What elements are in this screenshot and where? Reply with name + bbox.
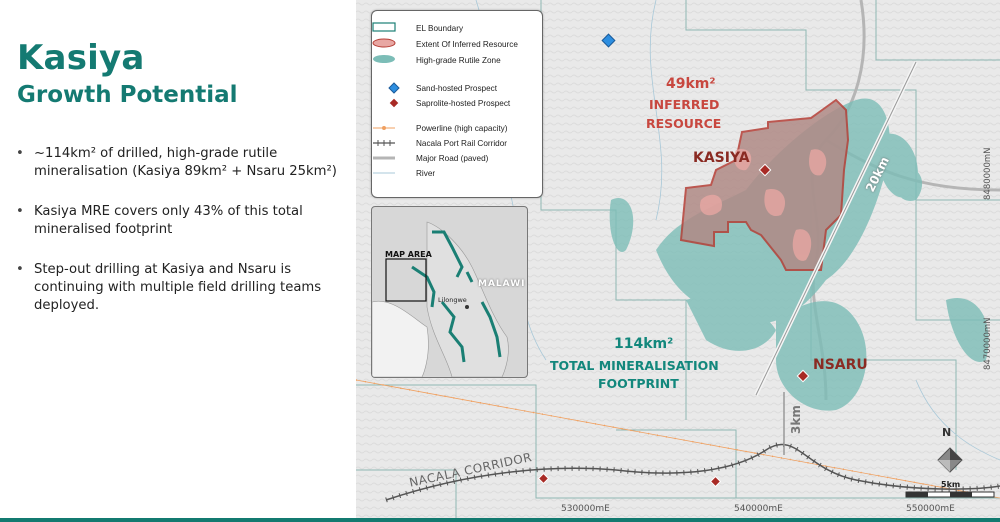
bullet-text-3: Step-out drilling at Kasiya and Nsaru is… xyxy=(34,262,322,313)
inferred-resource-swatch xyxy=(372,38,396,48)
legend-label-2: Extent Of Inferred Resource xyxy=(416,40,518,49)
powerline-swatch xyxy=(373,126,395,130)
inferred-area-label: 49km² xyxy=(666,76,716,92)
bullet-item-3: Step-out drilling at Kasiya and Nsaru is… xyxy=(14,261,344,315)
legend-label-6: Powerline (high capacity) xyxy=(416,124,508,133)
total-area-label: 114km² xyxy=(614,336,674,352)
road-swatch xyxy=(373,156,395,160)
rutile-zone-swatch xyxy=(373,55,395,63)
kasiya-label: KASIYA xyxy=(693,150,750,166)
map-legend: EL Boundary Extent Of Inferred Resource … xyxy=(371,10,543,198)
inset-city-label: Lilongwe xyxy=(438,296,467,304)
coord-x2: 540000mE xyxy=(734,504,783,514)
coord-x3: 550000mE xyxy=(906,504,955,514)
river-swatch xyxy=(373,172,395,174)
legend-label-7: Nacala Port Rail Corridor xyxy=(416,139,508,148)
legend-label-9: River xyxy=(416,169,436,178)
legend-label-1: EL Boundary xyxy=(416,24,464,33)
bullet-text-1: ~114km² of drilled, high-grade rutile mi… xyxy=(34,146,337,179)
distance-3km-label: 3km xyxy=(789,405,803,434)
inset-map-area-box xyxy=(385,258,427,302)
inset-canvas xyxy=(372,221,509,377)
scale-bar xyxy=(905,491,995,498)
inset-country-label: MALAWI xyxy=(478,279,526,289)
north-label: N xyxy=(942,426,952,439)
inset-city-marker xyxy=(465,305,469,309)
bullet-item-2: Kasiya MRE covers only 43% of this total… xyxy=(14,203,344,239)
nsaru-label: NSARU xyxy=(813,357,868,373)
coord-y2: 8470000mN xyxy=(983,317,993,371)
map-panel: 49km² INFERRED RESOURCE KASIYA NSARU 114… xyxy=(356,0,1000,518)
inferred-line2-label: RESOURCE xyxy=(646,116,722,131)
el-boundary-swatch xyxy=(372,22,396,32)
legend-label-5: Saprolite-hosted Prospect xyxy=(416,99,511,108)
footer-bar xyxy=(0,518,1000,522)
bullet-list: ~114km² of drilled, high-grade rutile mi… xyxy=(14,145,344,337)
coord-x1: 530000mE xyxy=(561,504,610,514)
inset-map: MAP AREA MALAWI Lilongwe xyxy=(371,206,528,378)
total-line1-label: TOTAL MINERALISATION xyxy=(550,358,719,373)
page-title: Kasiya xyxy=(17,38,145,78)
red-diamond-icon xyxy=(388,97,400,109)
inset-neighbour-country xyxy=(372,300,429,377)
rail-swatch xyxy=(373,140,395,146)
inset-map-area-label: MAP AREA xyxy=(385,250,432,259)
legend-label-3: High-grade Rutile Zone xyxy=(416,56,501,65)
total-line2-label: FOOTPRINT xyxy=(598,376,679,391)
inferred-line1-label: INFERRED xyxy=(649,97,720,112)
page-subtitle: Growth Potential xyxy=(17,82,238,108)
bullet-item-1: ~114km² of drilled, high-grade rutile mi… xyxy=(14,145,344,181)
legend-label-4: Sand-hosted Prospect xyxy=(416,84,498,93)
legend-label-8: Major Road (paved) xyxy=(416,154,489,163)
coord-y1: 8480000mN xyxy=(983,147,993,201)
scale-label: 5km xyxy=(941,480,961,489)
blue-diamond-icon xyxy=(388,82,400,94)
bullet-text-2: Kasiya MRE covers only 43% of this total… xyxy=(34,204,303,237)
text-panel: Kasiya Growth Potential ~114km² of drill… xyxy=(0,0,356,518)
